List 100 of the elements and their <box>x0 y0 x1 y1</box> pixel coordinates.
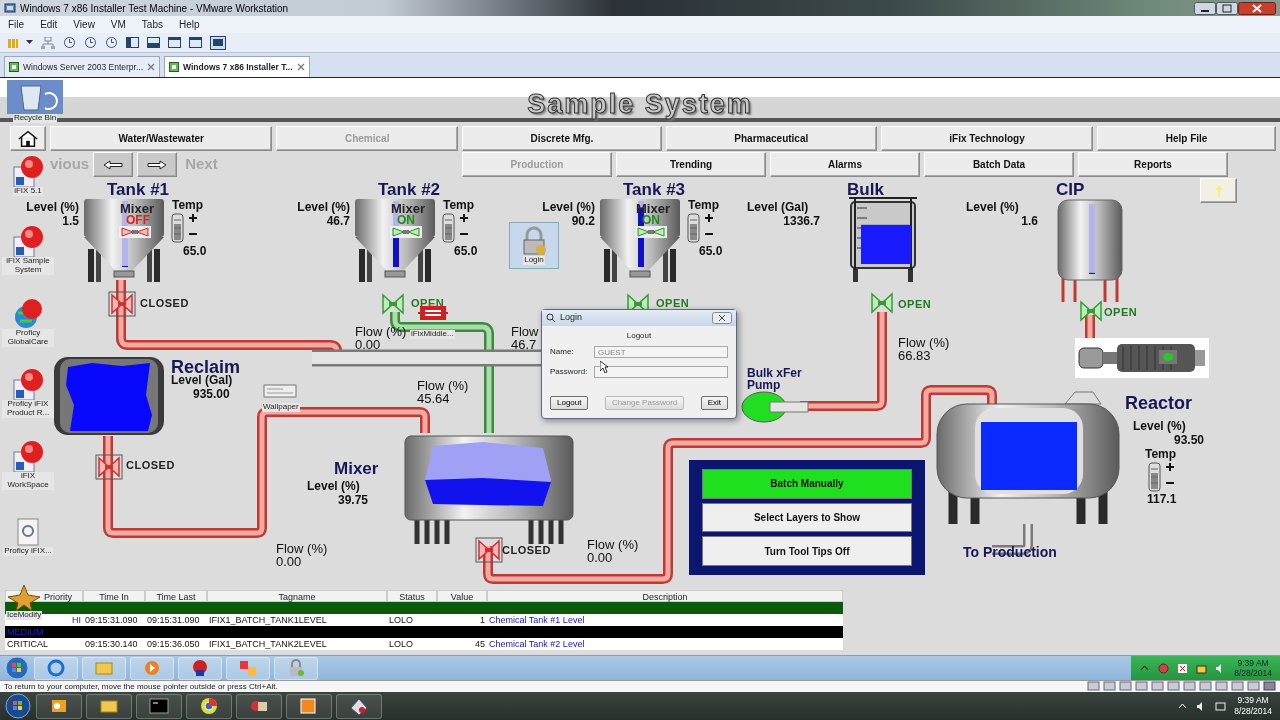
level-label: Level (%) <box>541 201 595 213</box>
nav-button[interactable]: Help File <box>1097 126 1276 151</box>
menu-item[interactable]: VM <box>110 17 126 32</box>
nav-button[interactable]: iFix Technology <box>880 126 1094 151</box>
thermometer-icon <box>686 212 714 244</box>
desktop-icon-label[interactable]: Recycle Bin <box>12 114 58 123</box>
column-header[interactable]: Description <box>487 590 843 602</box>
field-label: Name: <box>550 346 575 358</box>
dialog-heading: Logout <box>625 330 653 342</box>
mixer-label: Mixer <box>120 202 154 215</box>
start-icon[interactable] <box>4 693 32 719</box>
office-icon[interactable] <box>237 658 259 678</box>
menu-item[interactable]: File <box>8 17 25 32</box>
table-cell: 09:15:36.050 <box>147 639 200 649</box>
flow-label: Flow (%) <box>587 538 639 551</box>
name-field[interactable]: GUEST <box>594 346 728 358</box>
mixer-status: OFF <box>126 214 150 226</box>
close-icon[interactable] <box>1238 1 1276 15</box>
column-header[interactable]: Value <box>437 590 487 602</box>
nav-button[interactable]: Reports <box>1078 152 1228 177</box>
column-header[interactable]: Status <box>387 590 437 602</box>
nav-button[interactable]: Trending <box>616 152 766 177</box>
start-icon[interactable] <box>4 656 30 680</box>
flag-icon[interactable] <box>1177 662 1189 674</box>
desktop-icon-label[interactable]: Proficy iFIX Product R... <box>2 400 54 418</box>
network-icon[interactable] <box>1196 662 1208 674</box>
temp-label: Temp <box>688 199 720 211</box>
password-field[interactable] <box>594 366 728 378</box>
app-icon[interactable] <box>12 225 44 257</box>
app-icon[interactable] <box>12 368 44 400</box>
menu-item[interactable]: Edit <box>40 17 58 32</box>
action-button[interactable]: Batch Manually <box>702 469 912 499</box>
network-icon[interactable] <box>1215 700 1227 712</box>
screen-icon[interactable] <box>210 35 226 50</box>
clock-time[interactable]: 9:39 AM <box>1234 695 1272 706</box>
window-icon[interactable] <box>168 37 181 48</box>
nav-button[interactable]: Pharmaceutical <box>665 126 877 151</box>
login-shortcut[interactable]: Login <box>509 222 559 269</box>
tank-title: Tank #2 <box>378 181 441 198</box>
sparkle-icon[interactable] <box>6 583 43 611</box>
browser-icon[interactable] <box>198 696 220 716</box>
dialog-button[interactable]: Logout <box>550 396 589 410</box>
desktop-icon-label[interactable]: iFIX WorkSpace <box>2 472 54 490</box>
back-button[interactable] <box>93 152 134 177</box>
nav-button[interactable]: Alarms <box>770 152 920 177</box>
menu-item[interactable]: Tabs <box>141 17 163 32</box>
maximize-icon[interactable] <box>1216 1 1238 15</box>
alarm-row[interactable]: CRITICAL 09:15:30.140 09:15:36.050 IFIX1_BATCH_TANK2LEVEL LOLO 45 Chemical Tank #2 Level <box>5 638 843 650</box>
vm-icon <box>9 62 19 72</box>
column-header[interactable]: Time Last <box>145 590 207 602</box>
recycle-bin-icon[interactable] <box>7 80 63 114</box>
caret-icon[interactable] <box>26 40 33 45</box>
desktop-icon-label[interactable]: iFIX Sample System <box>2 257 54 275</box>
window-icon[interactable] <box>147 37 160 48</box>
arrow-button[interactable] <box>1200 178 1237 203</box>
card-icon[interactable] <box>348 696 370 716</box>
level-label: Level (Gal) <box>171 374 233 386</box>
level-label: Level (%) <box>1133 420 1186 432</box>
level-label: Level (Gal) <box>747 201 809 213</box>
window-icon[interactable] <box>189 37 202 48</box>
desktop-icon-label[interactable]: Proficy GlobalCare <box>2 329 54 347</box>
nav-button[interactable]: Batch Data <box>924 152 1074 177</box>
app-icon[interactable] <box>12 155 44 187</box>
clock-icon[interactable] <box>63 36 76 49</box>
nav-button[interactable]: Discrete Mfg. <box>461 126 662 151</box>
vm-tab[interactable]: Windows Server 2003 Enterpr... <box>4 56 160 77</box>
action-button[interactable]: Select Layers to Show <box>702 502 912 533</box>
window-icon[interactable] <box>126 37 139 48</box>
close-icon[interactable] <box>712 312 732 324</box>
nav-button[interactable]: Water/Wastewater <box>50 126 273 151</box>
forward-button[interactable] <box>137 152 178 177</box>
clock-time[interactable]: 9:39 AM <box>1234 657 1272 668</box>
terminal-icon[interactable] <box>148 696 170 716</box>
status-hint: To return to your computer, move the mouse pointer outside or press Ctrl+Alt. <box>4 681 278 692</box>
tank-title: Tank #1 <box>107 181 170 198</box>
dialog-title: Login <box>560 311 583 325</box>
table-cell: LOLO <box>389 615 413 625</box>
clock-date[interactable]: 8/28/2014 <box>1234 668 1272 679</box>
minimize-icon[interactable] <box>1194 1 1216 15</box>
clock-icon[interactable] <box>105 36 118 49</box>
dialog-button[interactable]: Exit <box>700 396 728 410</box>
column-header[interactable]: Time In <box>83 590 145 602</box>
desktop-icon-label[interactable]: IceModify <box>6 611 43 620</box>
menu-item[interactable]: Help <box>179 17 200 32</box>
clock-icon[interactable] <box>84 36 97 49</box>
vm-tab[interactable]: Windows 7 x86 Installer T... <box>164 56 310 77</box>
desktop-icon-label[interactable]: iFIX 5.1 <box>13 187 43 196</box>
shortcut-label: iFixMiddle... <box>410 330 455 339</box>
action-button[interactable]: Turn Tool Tips Off <box>702 536 912 566</box>
thermometer-icon <box>441 212 469 244</box>
desktop-icon-label[interactable]: Proficy iFIX... <box>3 547 53 556</box>
mixer-label: Mixer <box>391 202 425 215</box>
table-cell: 09:15:31.090 <box>85 615 138 625</box>
menu-item[interactable]: View <box>73 17 95 32</box>
home-button[interactable] <box>10 126 46 151</box>
column-header[interactable]: Tagname <box>207 590 387 602</box>
app-icon[interactable] <box>12 297 44 329</box>
app-icon[interactable] <box>12 440 44 472</box>
clock-date[interactable]: 8/28/2014 <box>1234 706 1272 717</box>
table-cell: Chemical Tank #2 Level <box>489 639 585 649</box>
